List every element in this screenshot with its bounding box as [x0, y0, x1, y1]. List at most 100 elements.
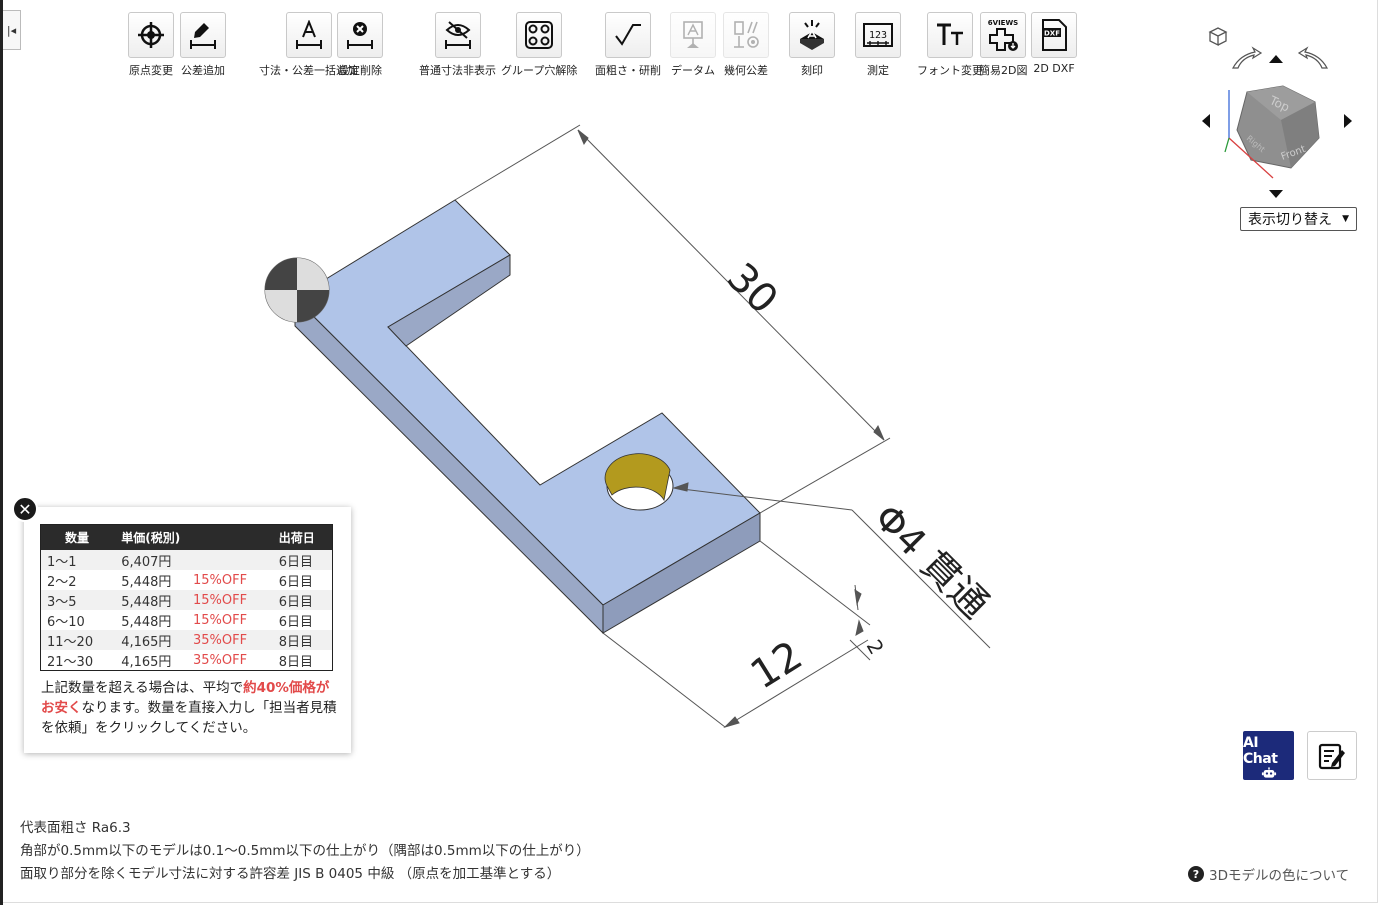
price-row: 6〜10 5,448円 15%OFF 6日目 — [41, 610, 333, 630]
pencil-dimension-icon — [180, 12, 226, 58]
tool-label: グループ穴解除 — [501, 64, 578, 77]
header-discount — [188, 524, 273, 550]
note-tolerance: 面取り部分を除くモデル寸法に対する許容差 JIS B 0405 中級 （原点を加… — [20, 866, 561, 882]
help-icon: ? — [1188, 866, 1204, 882]
tool-label: 設定削除 — [338, 64, 382, 77]
close-icon: ✕ — [18, 499, 32, 519]
row-quantity: 21〜30 — [47, 654, 94, 670]
tool-engrave[interactable]: 刻印 — [789, 12, 835, 78]
close-price-panel-button[interactable]: ✕ — [12, 496, 38, 522]
engrave-icon — [789, 12, 835, 58]
row-unit-price: 4,165円 — [113, 630, 189, 650]
tool-origin-change[interactable]: 原点変更 — [128, 12, 174, 78]
text-dimension-icon — [285, 12, 332, 58]
tool-label: 面粗さ・研削 — [595, 64, 661, 77]
arrow-left-icon[interactable] — [1202, 114, 1210, 128]
row-unit-price: 5,448円 — [113, 590, 189, 610]
tool-label: 原点変更 — [129, 64, 173, 77]
origin-marker[interactable] — [264, 257, 330, 323]
tool-font-change[interactable]: フォント変更 — [917, 12, 983, 78]
dimension-length-text: 30 — [718, 255, 787, 324]
model-color-help-link[interactable]: ? 3Dモデルの色について — [1188, 864, 1349, 884]
tool-hide-general[interactable]: 普通寸法非表示 — [419, 12, 496, 78]
price-panel: 数量 単価(税別) 出荷日 1〜1 6,407円 6日目 2〜2 5,448円 15%OF… — [24, 507, 351, 753]
row-ship-date: 6日目 — [278, 574, 314, 590]
row-quantity: 11〜20 — [40, 630, 114, 650]
row-ship-date: 6日目 — [272, 590, 333, 610]
row-unit-price: 6,407円 — [113, 550, 189, 570]
model-notes: 代表面粗さ Ra6.3 角部が0.5mm以下のモデルは0.1〜0.5mm以下の仕… — [20, 817, 590, 886]
rotate-left-icon[interactable] — [1231, 46, 1263, 69]
tool-label: 簡易2D図 — [979, 64, 1028, 77]
font-icon — [927, 12, 973, 58]
dimension-width-text: 12 — [743, 632, 811, 698]
tool-surface-roughness[interactable]: 面粗さ・研削 — [595, 12, 661, 78]
hole-note-text: Φ4 貫通 — [866, 495, 998, 627]
six-views-icon: 6VIEWS — [980, 12, 1027, 58]
row-unit-price: 5,448円 — [121, 614, 172, 630]
tool-2d-dxf[interactable]: DXF 2D DXF — [1031, 12, 1077, 75]
price-row: 11〜20 4,165円 35%OFF 8日目 — [40, 630, 333, 650]
memo-button[interactable] — [1307, 731, 1357, 780]
row-quantity: 2〜2 — [47, 574, 77, 590]
price-row: 3〜5 5,448円 15%OFF 6日目 — [40, 590, 333, 610]
header-quantity: 数量 — [40, 524, 114, 550]
arrow-up-icon[interactable] — [1269, 55, 1283, 63]
row-quantity: 1〜1 — [40, 550, 114, 570]
tool-measure[interactable]: 123 測定 — [855, 12, 901, 78]
row-ship-date: 6日目 — [278, 614, 314, 630]
tool-label: データム — [671, 64, 715, 77]
tool-label: 刻印 — [801, 64, 823, 77]
row-unit-price: 4,165円 — [121, 654, 172, 670]
svg-text:6VIEWS: 6VIEWS — [988, 19, 1018, 27]
price-row: 2〜2 5,448円 15%OFF 6日目 — [41, 570, 333, 590]
model-canvas[interactable]: 30 12 2 Φ4 貫通 — [0, 0, 1380, 905]
tool-label: 普通寸法非表示 — [419, 64, 496, 77]
row-quantity: 6〜10 — [47, 614, 85, 630]
svg-text:DXF: DXF — [1044, 30, 1060, 38]
caret-down-icon: ▼ — [1342, 214, 1349, 224]
rotate-right-icon[interactable] — [1297, 46, 1329, 69]
price-row: 1〜1 6,407円 6日目 — [40, 550, 333, 570]
header-ship-date: 出荷日 — [272, 524, 333, 550]
ai-chat-button[interactable]: AI Chat — [1243, 731, 1294, 780]
ai-chat-label: AI Chat — [1243, 735, 1278, 767]
svg-text:123: 123 — [869, 30, 887, 41]
row-discount: 15%OFF — [188, 590, 273, 610]
row-discount — [188, 550, 273, 570]
note-roughness: 代表面粗さ Ra6.3 — [20, 820, 131, 836]
crosshair-icon — [128, 12, 174, 58]
home-view-icon[interactable] — [1208, 27, 1228, 47]
price-table-body: 1〜1 6,407円 6日目 2〜2 5,448円 15%OFF 6日目 3〜5 5,448円 1… — [40, 550, 333, 671]
tool-delete-setting[interactable]: 設定削除 — [337, 12, 383, 78]
price-table: 数量 単価(税別) 出荷日 1〜1 6,407円 6日目 2〜2 5,448円 15%OF… — [40, 524, 333, 671]
tool-label: 測定 — [867, 64, 889, 77]
tool-simple-2d[interactable]: 6VIEWS 簡易2D図 — [979, 12, 1027, 78]
view-cube[interactable]: Top Front Right — [1195, 20, 1365, 210]
row-discount: 35%OFF — [192, 652, 248, 668]
arrow-right-icon[interactable] — [1344, 114, 1352, 128]
arrow-down-icon[interactable] — [1269, 190, 1283, 198]
row-unit-price: 5,448円 — [121, 574, 172, 590]
view-switch-select[interactable]: 表示切り替え ▼ — [1240, 207, 1357, 231]
row-ship-date: 6日目 — [272, 550, 333, 570]
color-help-label: 3Dモデルの色について — [1209, 868, 1350, 884]
part-model[interactable] — [294, 199, 761, 635]
tool-add-tolerance[interactable]: 公差追加 — [180, 12, 226, 78]
dxf-file-icon: DXF — [1031, 12, 1077, 58]
row-discount: 15%OFF — [192, 612, 248, 628]
price-note: 上記数量を超える場合は、平均で約40%価格がお安くなります。数量を直接入力し「担… — [41, 680, 337, 736]
tool-geometric-tolerance[interactable]: 幾何公差 — [723, 12, 769, 78]
measure-icon: 123 — [855, 12, 901, 58]
tool-datum[interactable]: データム — [670, 12, 716, 78]
tool-label: 公差追加 — [181, 64, 225, 77]
tool-label: 幾何公差 — [724, 64, 768, 77]
row-discount: 35%OFF — [188, 630, 273, 650]
row-discount: 15%OFF — [192, 572, 248, 588]
edit-note-icon — [1318, 743, 1345, 769]
geometric-tolerance-icon — [723, 12, 769, 58]
tool-ungroup-holes[interactable]: グループ穴解除 — [501, 12, 577, 78]
datum-icon — [670, 12, 716, 58]
row-ship-date: 8日目 — [272, 630, 333, 650]
tool-label: フォント変更 — [917, 64, 983, 77]
